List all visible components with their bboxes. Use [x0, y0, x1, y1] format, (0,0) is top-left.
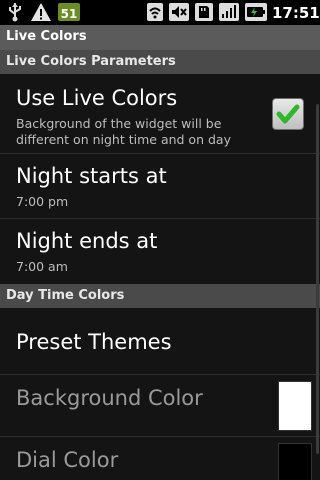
battery-badge: 51	[58, 3, 80, 21]
preset-themes-title: Preset Themes	[16, 330, 172, 354]
status-bar: 51 17:51	[0, 0, 320, 25]
use-live-colors-summary-line2: different on night time and on day	[16, 132, 231, 147]
clock: 17:51	[272, 4, 320, 22]
warning-icon	[31, 3, 51, 21]
background-color-swatch[interactable]	[278, 381, 312, 431]
usb-icon	[9, 3, 21, 22]
section-header-live-colors-parameters: Live Colors Parameters	[0, 50, 320, 74]
preferences-list[interactable]: Live Colors Parameters Use Live Colors B…	[0, 50, 320, 480]
night-ends-title: Night ends at	[16, 229, 158, 253]
app-title: Live Colors	[6, 29, 87, 44]
use-live-colors-item[interactable]: Use Live Colors Background of the widget…	[0, 74, 320, 153]
title-bar: Live Colors	[0, 25, 320, 50]
mute-icon	[169, 3, 189, 21]
scrollbar[interactable]	[316, 104, 319, 454]
night-starts-summary: 7:00 pm	[16, 194, 69, 209]
background-color-item[interactable]: Background Color	[0, 375, 320, 436]
use-live-colors-checkbox[interactable]	[272, 98, 304, 130]
background-color-title: Background Color	[16, 386, 203, 410]
night-starts-item[interactable]: Night starts at 7:00 pm	[0, 154, 320, 218]
use-live-colors-summary-line1: Background of the widget will be	[16, 116, 222, 131]
section-header-label: Day Time Colors	[6, 288, 125, 303]
dial-color-title: Dial Color	[16, 448, 119, 472]
signal-icon	[219, 3, 239, 21]
battery-icon	[245, 3, 267, 21]
dial-color-item[interactable]: Dial Color	[0, 437, 320, 480]
preset-themes-item[interactable]: Preset Themes	[0, 308, 320, 374]
section-header-day-time-colors: Day Time Colors	[0, 284, 320, 308]
night-starts-title: Night starts at	[16, 164, 167, 188]
sd-card-icon	[195, 3, 213, 21]
checkmark-icon	[276, 104, 300, 124]
section-header-label: Live Colors Parameters	[6, 54, 176, 69]
use-live-colors-title: Use Live Colors	[16, 86, 178, 110]
night-ends-item[interactable]: Night ends at 7:00 am	[0, 219, 320, 283]
dial-color-swatch[interactable]	[278, 443, 312, 480]
battery-badge-text: 51	[60, 7, 78, 21]
wifi-icon	[147, 3, 163, 21]
night-ends-summary: 7:00 am	[16, 259, 68, 274]
